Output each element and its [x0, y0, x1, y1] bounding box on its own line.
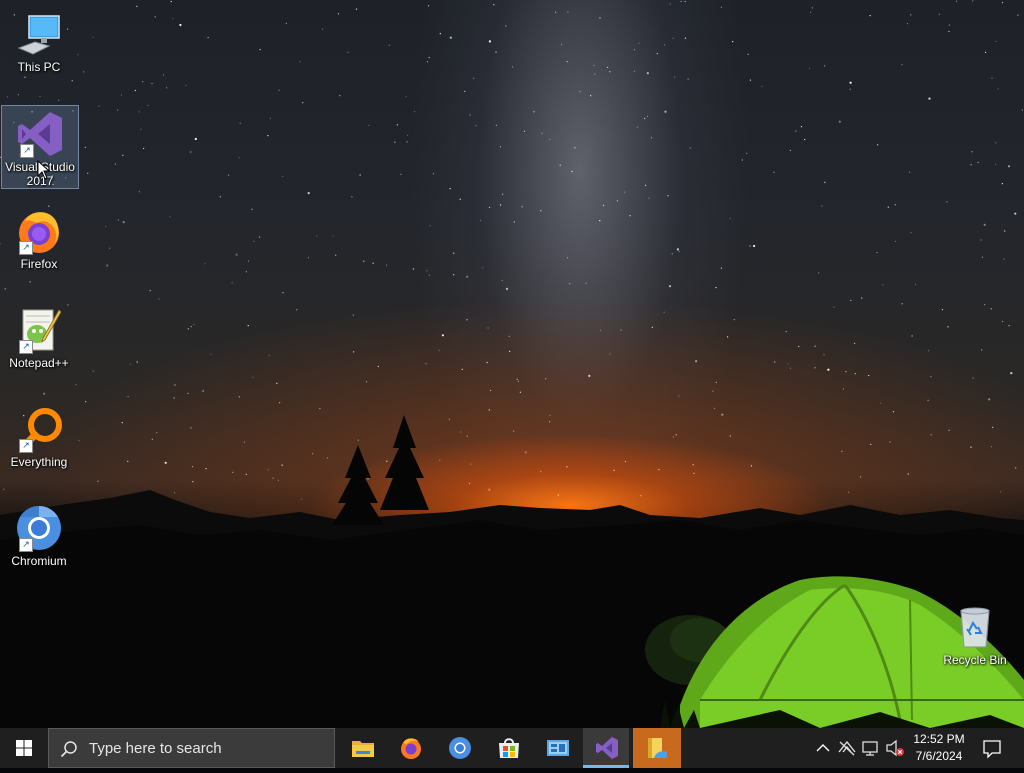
notepadpp-icon: ↗ [15, 306, 63, 354]
mountain-tent-silhouette [0, 415, 1024, 728]
start-button[interactable] [0, 728, 48, 768]
desktop-icon-label: Notepad++ [9, 356, 69, 370]
store-icon [499, 738, 519, 758]
shortcut-arrow-icon: ↗ [20, 144, 34, 158]
desktop-icon-recycle-bin[interactable]: Recycle Bin [937, 599, 1013, 671]
desktop-icon-label: Firefox [20, 257, 58, 271]
desktop-icon-this-pc[interactable]: This PC [1, 6, 77, 78]
taskbar-app-control-panel[interactable] [534, 728, 582, 768]
desktop-icon-label: Everything [10, 455, 68, 469]
volume-muted-icon [886, 739, 904, 757]
notification-icon [983, 740, 1001, 759]
search-placeholder: Type here to search [89, 740, 222, 757]
everything-search-icon: ↗ [15, 405, 63, 453]
taskbar: Type here to search 12:52 PM 7/6/2024 [0, 728, 1024, 768]
windows-logo-icon [16, 740, 32, 756]
visual-studio-icon [596, 737, 618, 759]
taskbar-app-store[interactable] [485, 728, 533, 768]
taskbar-app-firefox[interactable] [387, 728, 435, 768]
desktop-icon-label: Chromium [11, 554, 67, 568]
recycle-bin-icon [951, 603, 999, 651]
document-icon [648, 738, 667, 758]
folder-icon [352, 741, 374, 757]
taskbar-app-document[interactable] [633, 728, 681, 768]
tray-network[interactable] [836, 728, 858, 768]
shortcut-arrow-icon: ↗ [19, 340, 33, 354]
taskbar-app-visual-studio[interactable] [583, 728, 629, 768]
action-center-button[interactable] [978, 728, 1006, 768]
desktop-icon-everything[interactable]: ↗ Everything [1, 401, 77, 473]
desktop-icon-firefox[interactable]: ↗ Firefox [1, 203, 77, 275]
desktop-icon-label: This PC [17, 60, 61, 74]
network-disconnected-icon [838, 740, 856, 756]
tray-volume[interactable] [884, 728, 906, 768]
clock-date: 7/6/2024 [915, 749, 963, 763]
visual-studio-icon: ↗ [16, 110, 64, 158]
shortcut-arrow-icon: ↗ [19, 439, 33, 453]
desktop-icon-chromium[interactable]: ↗ Chromium [1, 500, 77, 572]
desktop-wallpaper [0, 0, 1024, 728]
chromium-icon [449, 737, 471, 759]
tray-overflow-button[interactable] [813, 728, 833, 768]
firefox-icon: ↗ [15, 207, 63, 255]
computer-icon [15, 10, 63, 58]
taskbar-app-file-explorer[interactable] [339, 728, 387, 768]
control-panel-icon [547, 740, 569, 756]
display-icon [862, 741, 878, 756]
desktop-icon-label: Recycle Bin [943, 653, 1007, 667]
mouse-cursor-icon [37, 160, 51, 180]
taskbar-search-box[interactable]: Type here to search [48, 728, 335, 768]
chevron-up-icon [816, 744, 830, 752]
chromium-icon: ↗ [15, 504, 63, 552]
tray-clock[interactable]: 12:52 PM 7/6/2024 [906, 731, 972, 765]
search-icon [60, 741, 77, 758]
shortcut-arrow-icon: ↗ [19, 538, 33, 552]
desktop-icon-notepadpp[interactable]: ↗ Notepad++ [1, 302, 77, 374]
firefox-icon [401, 738, 421, 759]
tray-display[interactable] [860, 728, 882, 768]
shortcut-arrow-icon: ↗ [19, 241, 33, 255]
clock-time: 12:52 PM [913, 732, 965, 746]
taskbar-app-chromium[interactable] [436, 728, 484, 768]
